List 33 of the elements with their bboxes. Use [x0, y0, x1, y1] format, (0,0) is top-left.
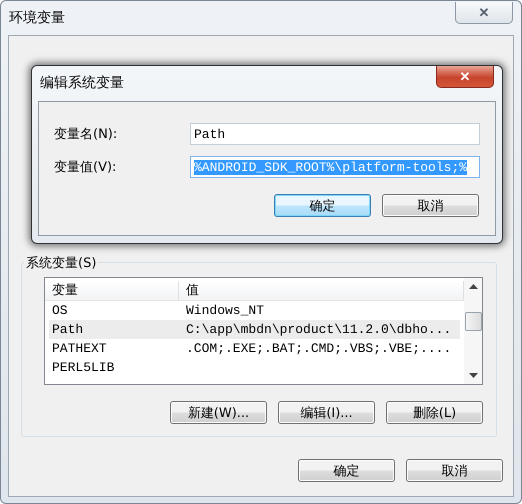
list-cell-text: OS	[51, 302, 69, 320]
list-row[interactable]: PERL5LIB	[49, 358, 460, 377]
list-cell-text: PATHEXT	[51, 340, 108, 358]
close-button[interactable]: ✕	[436, 66, 494, 88]
list-action-button[interactable]: 删除(L)	[386, 401, 483, 424]
ok-button[interactable]: 确定	[298, 459, 395, 482]
scroll-thumb[interactable]	[464, 312, 482, 330]
list-cell-text: Windows_NT	[185, 302, 266, 320]
close-button[interactable]: ✕	[455, 2, 513, 24]
dialog-title: 编辑系统变量	[40, 74, 124, 92]
ok-button[interactable]: 确定	[274, 194, 371, 217]
cancel-button[interactable]: 取消	[382, 194, 479, 217]
scroll-up-icon[interactable]	[468, 284, 478, 289]
group-title: 系统变量(S)	[24, 254, 98, 272]
column-header[interactable]: 变量	[45, 281, 179, 300]
field-value: %ANDROID_SDK_ROOT%\platform-tools;%	[194, 160, 468, 174]
list-cell-text: PERL5LIB	[51, 359, 116, 377]
list-row[interactable]: OS Windows_NT	[49, 301, 460, 320]
window-title: 环境变量	[9, 9, 65, 27]
list-action-button[interactable]: 新建(W)...	[170, 401, 267, 424]
field-label: 变量名(N):	[54, 126, 118, 143]
list-cell-text: C:\app\mbdn\product\11.2.0\dbho...	[185, 321, 452, 339]
list-cell-text: .COM;.EXE;.BAT;.CMD;.VBS;.VBE;....	[185, 340, 452, 358]
list-row[interactable]: Path C:\app\mbdn\product\11.2.0\dbho...	[49, 320, 460, 339]
field-value: Path	[194, 126, 226, 142]
input-field[interactable]: Path	[190, 123, 480, 145]
list-action-button[interactable]: 编辑(I)...	[278, 401, 375, 424]
list-cell-text: Path	[51, 321, 84, 339]
field-label: 变量值(V):	[54, 159, 118, 176]
scroll-down-icon[interactable]	[468, 373, 478, 378]
cancel-button[interactable]: 取消	[406, 459, 503, 482]
scrollbar[interactable]	[464, 278, 482, 384]
list-row[interactable]: PATHEXT .COM;.EXE;.BAT;.CMD;.VBS;.VBE;....	[49, 339, 460, 358]
